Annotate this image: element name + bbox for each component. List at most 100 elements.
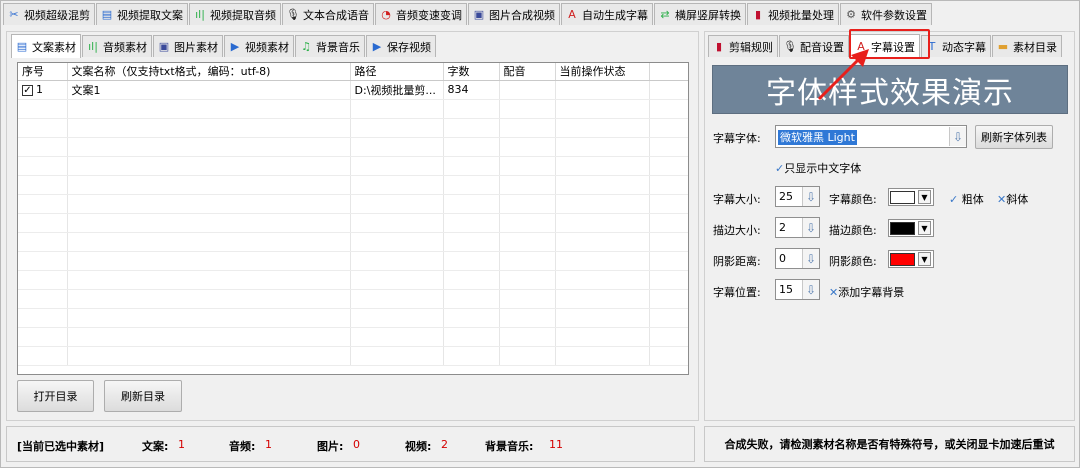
main-tab-label: 视频提取文案 xyxy=(117,8,183,22)
refresh-font-list-button[interactable]: 刷新字体列表 xyxy=(975,125,1053,149)
settings-tab-label: 动态字幕 xyxy=(942,40,986,54)
empty-cell xyxy=(18,232,68,252)
empty-cell xyxy=(350,213,444,233)
stroke-size-value: 2 xyxy=(779,221,786,234)
material-tab-0[interactable]: ▤ 文案素材 xyxy=(11,34,81,58)
empty-row xyxy=(18,118,688,138)
empty-cell xyxy=(499,213,556,233)
image-icon: ▣ xyxy=(158,39,170,53)
empty-cell xyxy=(67,99,351,119)
empty-cell xyxy=(499,289,556,309)
empty-cell xyxy=(649,346,688,366)
material-tab-bar: ▤ 文案素材 ıl| 音频素材 ▣ 图片素材 ▶ 视频素材 ♫ 背景音乐 ▶ 保存视频 xyxy=(11,34,437,58)
empty-row xyxy=(18,99,688,119)
cross-icon: ✕ xyxy=(997,193,1007,206)
stroke-color-picker[interactable]: ▼ xyxy=(888,219,934,237)
material-tab-5[interactable]: ▶ 保存视频 xyxy=(366,35,436,57)
empty-row xyxy=(18,289,688,309)
empty-cell xyxy=(350,289,444,309)
status-item-label: 背景音乐: xyxy=(485,440,534,453)
open-directory-button[interactable]: 打开目录 xyxy=(17,380,94,412)
empty-cell xyxy=(443,194,500,214)
material-panel: ▤ 文案素材 ıl| 音频素材 ▣ 图片素材 ▶ 视频素材 ♫ 背景音乐 ▶ 保存视频 序号 文案名称… xyxy=(6,31,699,421)
empty-cell xyxy=(350,175,444,195)
position-spin-icon[interactable]: ⇩ xyxy=(802,280,819,299)
stroke-spin-icon[interactable]: ⇩ xyxy=(802,218,819,237)
empty-cell xyxy=(499,99,556,119)
main-tab-2[interactable]: ıl| 视频提取音频 xyxy=(189,3,281,25)
settings-tab-label: 素材目录 xyxy=(1013,40,1057,54)
message-bar: 合成失败，请检测素材名称是否有特殊符号，或关闭显卡加速后重试 xyxy=(704,426,1075,462)
main-tab-4[interactable]: ◔ 音频变速变调 xyxy=(375,3,467,25)
empty-cell xyxy=(499,175,556,195)
row-checkbox[interactable]: ✓ xyxy=(22,84,33,96)
column-header-status[interactable]: 当前操作状态 xyxy=(555,63,650,81)
main-tab-label: 音频变速变调 xyxy=(396,8,462,22)
bold-option[interactable]: ✓ 粗体 xyxy=(949,191,984,207)
main-tab-5[interactable]: ▣ 图片合成视频 xyxy=(468,3,560,25)
add-background-label: 添加字幕背景 xyxy=(838,286,905,299)
font-color-dropdown-icon[interactable]: ▼ xyxy=(918,190,931,204)
main-tab-8[interactable]: ▮ 视频批量处理 xyxy=(747,3,839,25)
app-window: ✂ 视频超级混剪 ▤ 视频提取文案 ıl| 视频提取音频 🎙 文本合成语音 ◔ 音频变速变调 ▣ 图片… xyxy=(0,0,1080,468)
refresh-directory-button[interactable]: 刷新目录 xyxy=(104,380,182,412)
main-tab-6[interactable]: A 自动生成字幕 xyxy=(561,3,653,25)
settings-tab-4[interactable]: ▬ 素材目录 xyxy=(992,35,1062,57)
position-stepper[interactable]: 15 ⇩ xyxy=(775,279,820,300)
column-header-name[interactable]: 文案名称（仅支持txt格式，编码：utf-8) xyxy=(67,63,351,81)
empty-row xyxy=(18,308,688,328)
font-dropdown-arrow-icon[interactable]: ⇩ xyxy=(949,127,966,146)
speed-dial-icon: ◔ xyxy=(381,7,391,21)
audio-wave-icon: ıl| xyxy=(195,7,205,21)
empty-cell xyxy=(649,118,688,138)
size-spin-icon[interactable]: ⇩ xyxy=(802,187,819,206)
column-header-index[interactable]: 序号 xyxy=(18,63,68,81)
font-color-picker[interactable]: ▼ xyxy=(888,188,934,206)
material-table-container: 序号 文案名称（仅支持txt格式，编码：utf-8) 路径 字数 配音 当前操作… xyxy=(17,62,689,375)
shadow-color-picker[interactable]: ▼ xyxy=(888,250,934,268)
column-header-path[interactable]: 路径 xyxy=(350,63,444,81)
only-chinese-option[interactable]: ✓只显示中文字体 xyxy=(775,160,861,176)
shadow-spin-icon[interactable]: ⇩ xyxy=(802,249,819,268)
empty-cell xyxy=(18,289,68,309)
main-tab-3[interactable]: 🎙 文本合成语音 xyxy=(282,3,374,25)
add-background-option[interactable]: ✕添加字幕背景 xyxy=(829,284,904,300)
material-tab-4[interactable]: ♫ 背景音乐 xyxy=(295,35,365,57)
empty-cell xyxy=(18,194,68,214)
column-header-filler xyxy=(649,63,688,81)
empty-cell xyxy=(555,289,650,309)
empty-cell xyxy=(649,327,688,347)
empty-cell xyxy=(67,289,351,309)
material-tab-label: 音频素材 xyxy=(103,40,147,54)
main-tab-0[interactable]: ✂ 视频超级混剪 xyxy=(3,3,95,25)
selection-status-bar: [当前已选中素材] 文案: 1 音频: 1 图片: 0 视频: 2 背景音乐: 11 xyxy=(6,426,695,462)
empty-cell xyxy=(18,99,68,119)
main-tab-9[interactable]: ⚙ 软件参数设置 xyxy=(840,3,932,25)
main-tab-1[interactable]: ▤ 视频提取文案 xyxy=(96,3,188,25)
material-tab-2[interactable]: ▣ 图片素材 xyxy=(153,35,223,57)
shadow-color-dropdown-icon[interactable]: ▼ xyxy=(918,252,931,266)
material-table: 序号 文案名称（仅支持txt格式，编码：utf-8) 路径 字数 配音 当前操作… xyxy=(18,63,688,366)
empty-cell xyxy=(350,270,444,290)
settings-tab-3[interactable]: T 动态字幕 xyxy=(921,35,991,57)
column-header-dub[interactable]: 配音 xyxy=(499,63,556,81)
material-tab-3[interactable]: ▶ 视频素材 xyxy=(224,35,294,57)
stroke-color-dropdown-icon[interactable]: ▼ xyxy=(918,221,931,235)
settings-tab-0[interactable]: ▮ 剪辑规则 xyxy=(708,35,778,57)
table-row[interactable]: ✓ 1 文案1 D:\视频批量剪... 834 xyxy=(18,80,688,100)
empty-row xyxy=(18,137,688,157)
italic-option[interactable]: ✕斜体 xyxy=(997,191,1028,207)
empty-row xyxy=(18,251,688,271)
font-a-icon: A xyxy=(568,7,576,21)
stroke-size-stepper[interactable]: 2 ⇩ xyxy=(775,217,820,238)
empty-cell xyxy=(555,232,650,252)
shadow-distance-stepper[interactable]: 0 ⇩ xyxy=(775,248,820,269)
size-stepper[interactable]: 25 ⇩ xyxy=(775,186,820,207)
empty-row xyxy=(18,175,688,195)
column-header-count[interactable]: 字数 xyxy=(443,63,500,81)
font-select[interactable]: 微软雅黑 Light ⇩ xyxy=(775,125,967,148)
empty-cell xyxy=(499,346,556,366)
material-tab-1[interactable]: ıl| 音频素材 xyxy=(82,35,152,57)
empty-row xyxy=(18,213,688,233)
main-tab-7[interactable]: ⇄ 横屏竖屏转换 xyxy=(654,3,746,25)
